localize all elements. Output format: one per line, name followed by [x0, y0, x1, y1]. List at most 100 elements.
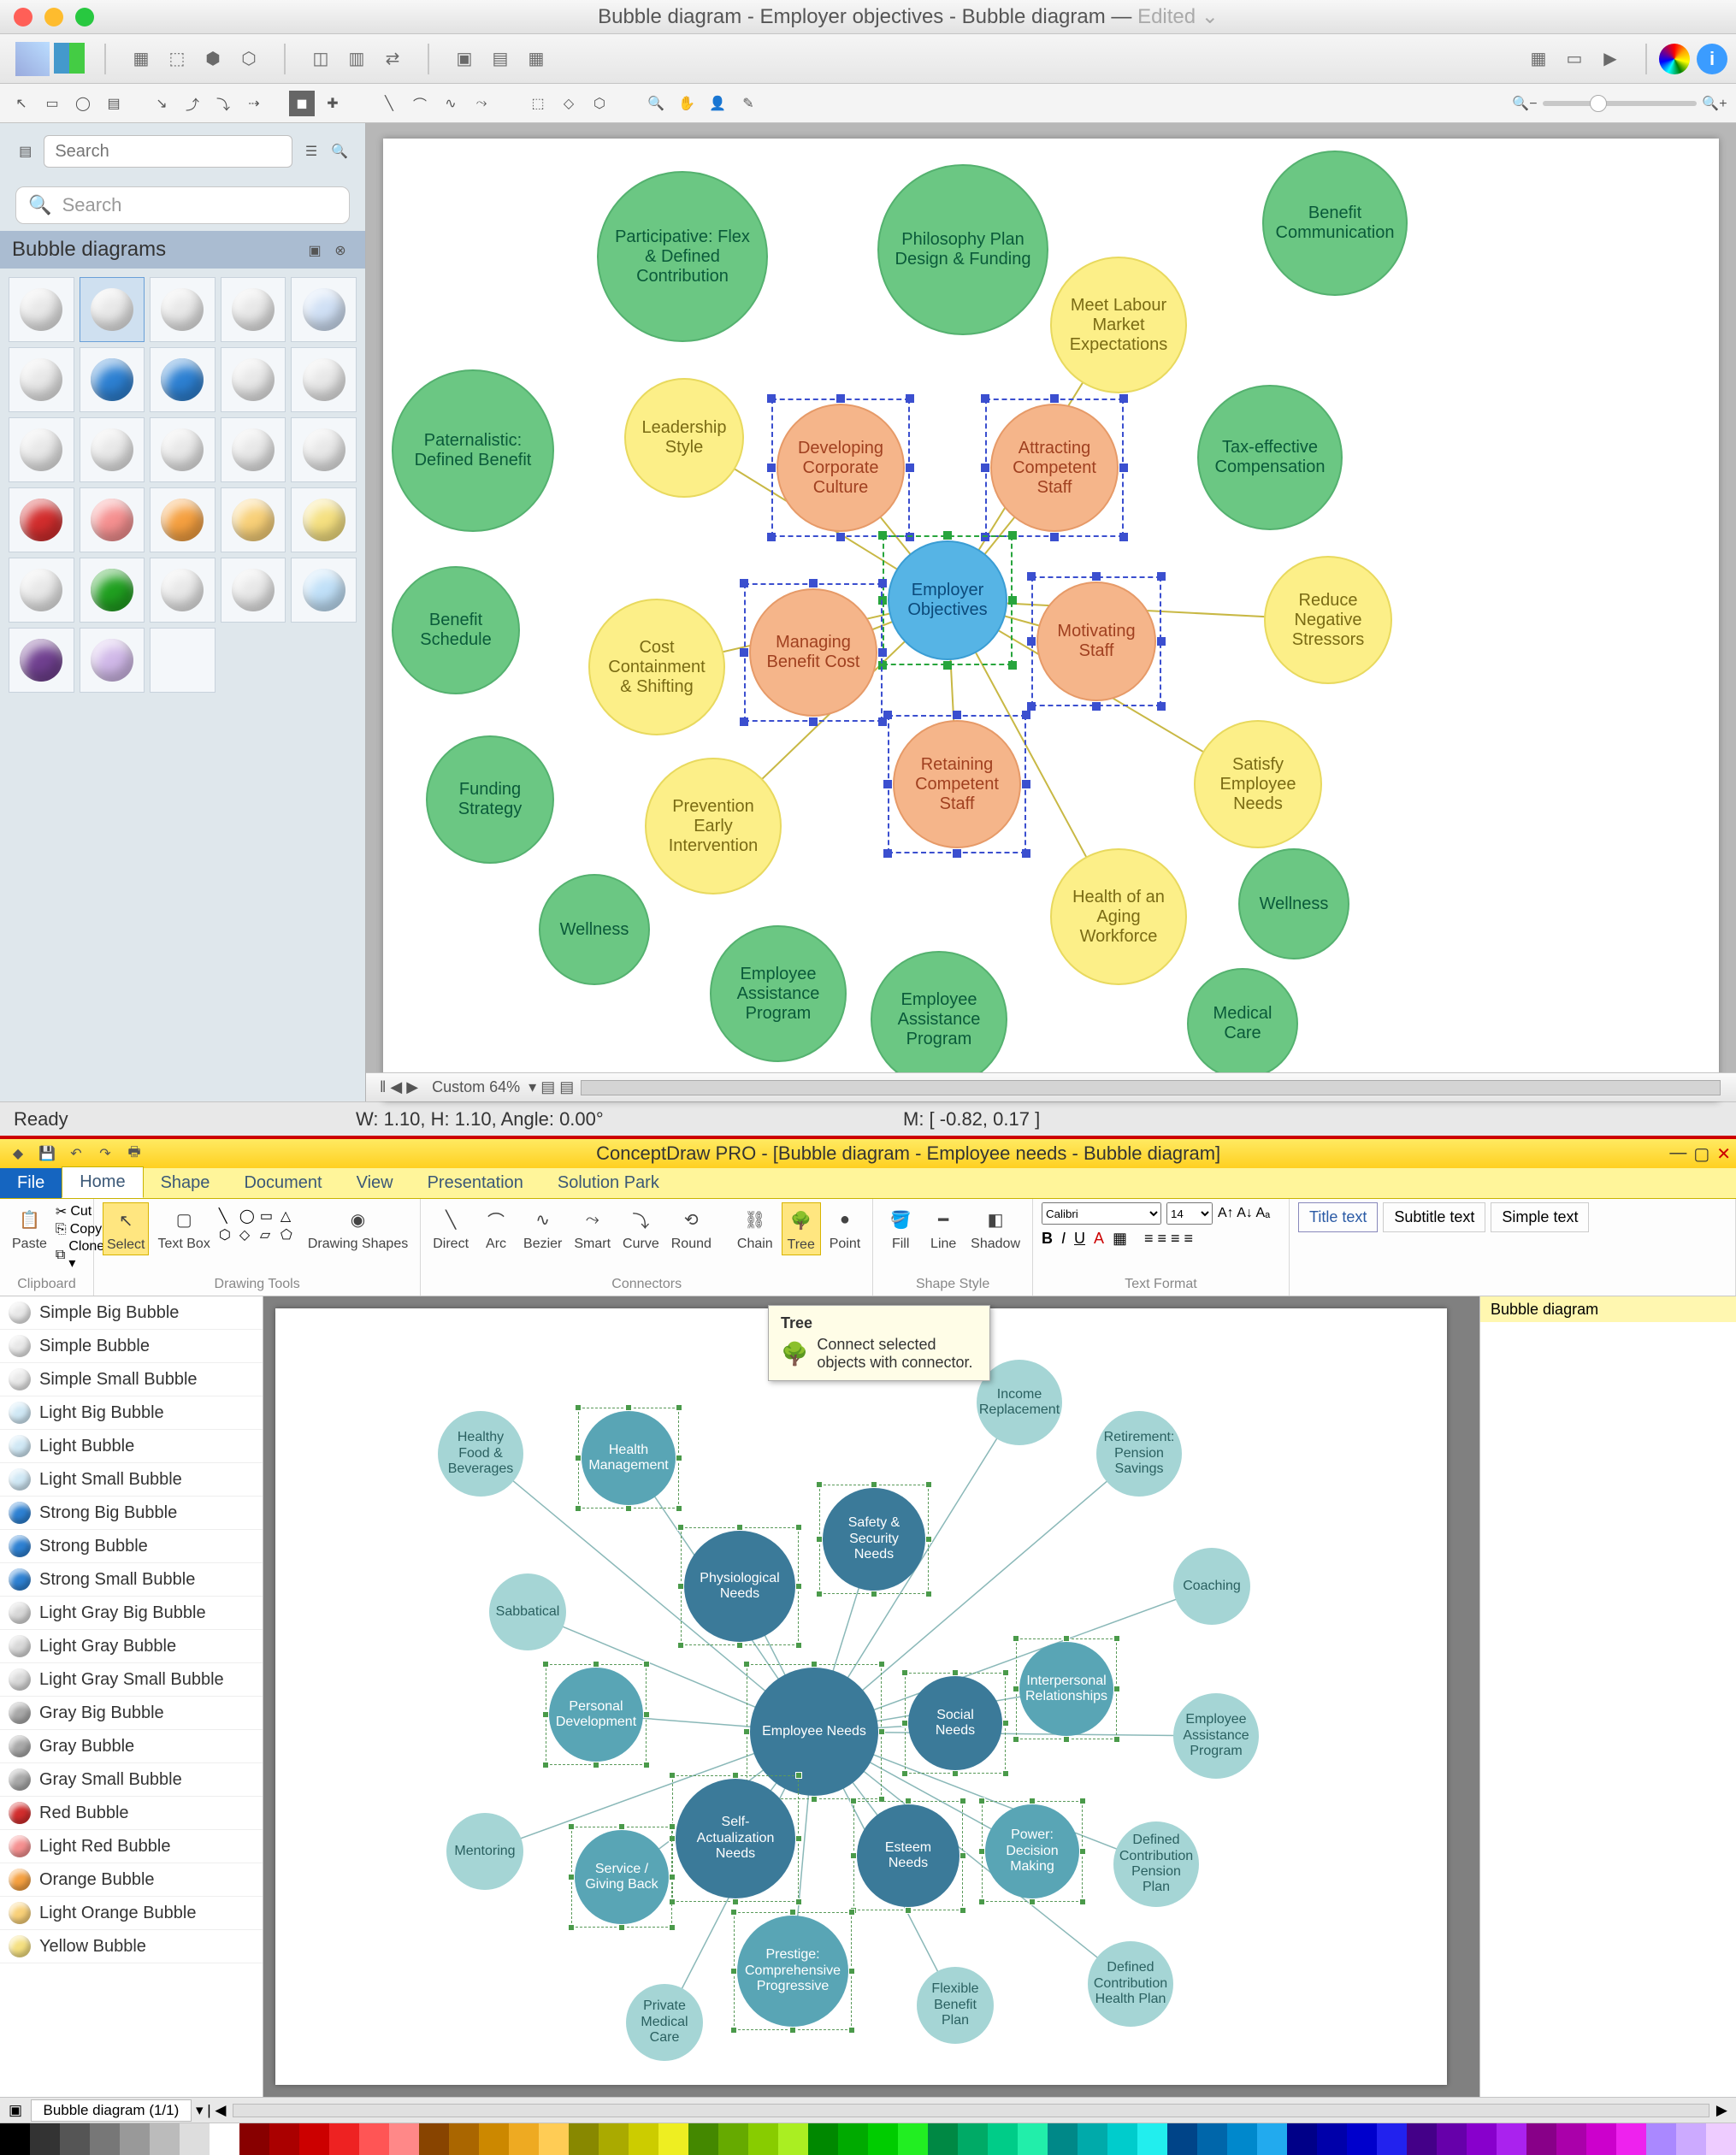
shape3-icon[interactable]: ⬡	[587, 91, 612, 116]
page-icon[interactable]: ▭	[1558, 43, 1591, 75]
color-swatch[interactable]	[1676, 2123, 1706, 2155]
color-swatch[interactable]	[150, 2123, 180, 2155]
drawshapes-button[interactable]: ◉Drawing Shapes	[304, 1202, 411, 1254]
info-icon[interactable]: i	[1697, 44, 1727, 74]
color-swatch[interactable]	[479, 2123, 509, 2155]
shape2-icon[interactable]: ◇	[556, 91, 582, 116]
bubble[interactable]: Health of an Aging Workforce	[1050, 848, 1187, 985]
color-swatch[interactable]	[180, 2123, 210, 2155]
color-swatch[interactable]	[1107, 2123, 1137, 2155]
shape-list-item[interactable]: Light Gray Bubble	[0, 1630, 263, 1663]
lens-icon[interactable]: 🔍	[643, 91, 669, 116]
ribbon-tab[interactable]: Home	[62, 1166, 143, 1198]
color-swatch[interactable]	[958, 2123, 988, 2155]
size-select[interactable]: 14	[1166, 1202, 1213, 1225]
shape-swatch[interactable]	[80, 628, 145, 693]
color-swatch[interactable]	[599, 2123, 629, 2155]
color-swatch[interactable]	[1377, 2123, 1407, 2155]
bubble[interactable]: Wellness	[539, 874, 650, 985]
shape-swatch[interactable]	[150, 558, 216, 623]
color-swatch[interactable]	[898, 2123, 928, 2155]
shape-list-item[interactable]: Light Gray Small Bubble	[0, 1663, 263, 1697]
shape-list-item[interactable]: Light Orange Bubble	[0, 1897, 263, 1930]
color-swatch[interactable]	[1467, 2123, 1497, 2155]
shape-list-item[interactable]: Light Big Bubble	[0, 1396, 263, 1430]
curve-button[interactable]: ⤵Curve	[619, 1202, 663, 1254]
shape-swatch[interactable]	[80, 277, 145, 342]
color-swatch[interactable]	[1556, 2123, 1586, 2155]
bubble[interactable]: Defined Contribution Health Plan	[1088, 1941, 1173, 2027]
color-swatch[interactable]	[1287, 2123, 1317, 2155]
color-swatch[interactable]	[718, 2123, 748, 2155]
line-button[interactable]: ━Line	[924, 1202, 962, 1254]
max-icon[interactable]: ▢	[1693, 1143, 1709, 1165]
save-icon[interactable]: 💾	[34, 1141, 60, 1166]
color-swatch[interactable]	[449, 2123, 479, 2155]
tree-button[interactable]: 🌳Tree	[782, 1202, 821, 1255]
shape-list-item[interactable]: Simple Small Bubble	[0, 1363, 263, 1396]
bubble[interactable]: Employer Objectives	[888, 540, 1007, 660]
color-swatch[interactable]	[1137, 2123, 1167, 2155]
bubble[interactable]: Employee Assistance Program	[1173, 1693, 1259, 1779]
point-button[interactable]: ●Point	[826, 1202, 864, 1254]
bubble[interactable]: Leadership Style	[624, 378, 744, 498]
color-swatch[interactable]	[210, 2123, 239, 2155]
shape-swatch[interactable]	[150, 628, 216, 693]
bubble[interactable]: Satisfy Employee Needs	[1194, 720, 1322, 848]
bubble[interactable]: Sabbatical	[489, 1573, 566, 1650]
close-panel-icon[interactable]: ⊗	[328, 238, 353, 263]
color-swatch[interactable]	[838, 2123, 868, 2155]
preview-icon[interactable]: ▦	[1522, 43, 1555, 75]
shape-list-item[interactable]: Light Gray Big Bubble	[0, 1597, 263, 1630]
shape-swatch[interactable]	[9, 487, 74, 552]
bubble[interactable]: Healthy Food & Beverages	[438, 1411, 523, 1497]
color-swatch[interactable]	[1437, 2123, 1467, 2155]
bubble[interactable]: Prevention Early Intervention	[645, 758, 782, 894]
shape-swatch[interactable]	[9, 347, 74, 412]
shape-swatch[interactable]	[221, 277, 286, 342]
color-swatch[interactable]	[0, 2123, 30, 2155]
bubble[interactable]: Attracting Competent Staff	[990, 404, 1119, 532]
bubble[interactable]: Paternalistic: Defined Benefit	[392, 369, 554, 532]
shape-swatch[interactable]	[80, 417, 145, 482]
shape-swatch[interactable]	[221, 417, 286, 482]
color-swatch[interactable]	[808, 2123, 838, 2155]
arc-button[interactable]: ⌒Arc	[477, 1202, 515, 1254]
filter-input[interactable]	[44, 135, 292, 168]
simple-style[interactable]: Simple text	[1491, 1202, 1589, 1232]
color-swatch[interactable]	[239, 2123, 269, 2155]
ribbon-tab[interactable]: Shape	[144, 1168, 227, 1198]
title-style[interactable]: Title text	[1298, 1202, 1378, 1232]
align-icon[interactable]: ◫	[304, 43, 337, 75]
ribbon-tab[interactable]: File	[0, 1168, 62, 1198]
color-swatch[interactable]	[329, 2123, 359, 2155]
zoom-icon[interactable]	[75, 8, 94, 27]
bubble[interactable]: Philosophy Plan Design & Funding	[877, 164, 1048, 335]
shape-swatch[interactable]	[291, 277, 357, 342]
color-swatch[interactable]	[1347, 2123, 1377, 2155]
shape-list-item[interactable]: Orange Bubble	[0, 1863, 263, 1897]
shape-swatch[interactable]	[80, 487, 145, 552]
bubble[interactable]: Coaching	[1173, 1548, 1250, 1625]
colors-icon[interactable]	[53, 42, 86, 74]
new-icon[interactable]: ✚	[320, 91, 345, 116]
color-swatch[interactable]	[988, 2123, 1018, 2155]
bubble[interactable]: Medical Care	[1187, 968, 1298, 1079]
paste-button[interactable]: 📋Paste	[9, 1202, 50, 1254]
bubble[interactable]: Funding Strategy	[426, 735, 554, 864]
color-swatch[interactable]	[1078, 2123, 1107, 2155]
shape-swatch[interactable]	[9, 558, 74, 623]
layout2-icon[interactable]: ▤	[484, 43, 517, 75]
shape-swatch[interactable]	[9, 277, 74, 342]
shadow-button[interactable]: ◧Shadow	[967, 1202, 1024, 1254]
font-select[interactable]: Calibri	[1042, 1202, 1161, 1225]
shape-list-item[interactable]: Gray Bubble	[0, 1730, 263, 1763]
bubble[interactable]: Wellness	[1238, 848, 1349, 959]
color-swatch[interactable]	[60, 2123, 90, 2155]
ellipse-icon[interactable]: ◯	[70, 91, 96, 116]
shape-swatch[interactable]	[291, 558, 357, 623]
arrow-icon[interactable]: ↖	[9, 91, 34, 116]
bubble[interactable]: Defined Contribution Pension Plan	[1113, 1821, 1199, 1907]
grid-icon[interactable]	[15, 42, 50, 76]
rect-icon[interactable]: ▭	[39, 91, 65, 116]
